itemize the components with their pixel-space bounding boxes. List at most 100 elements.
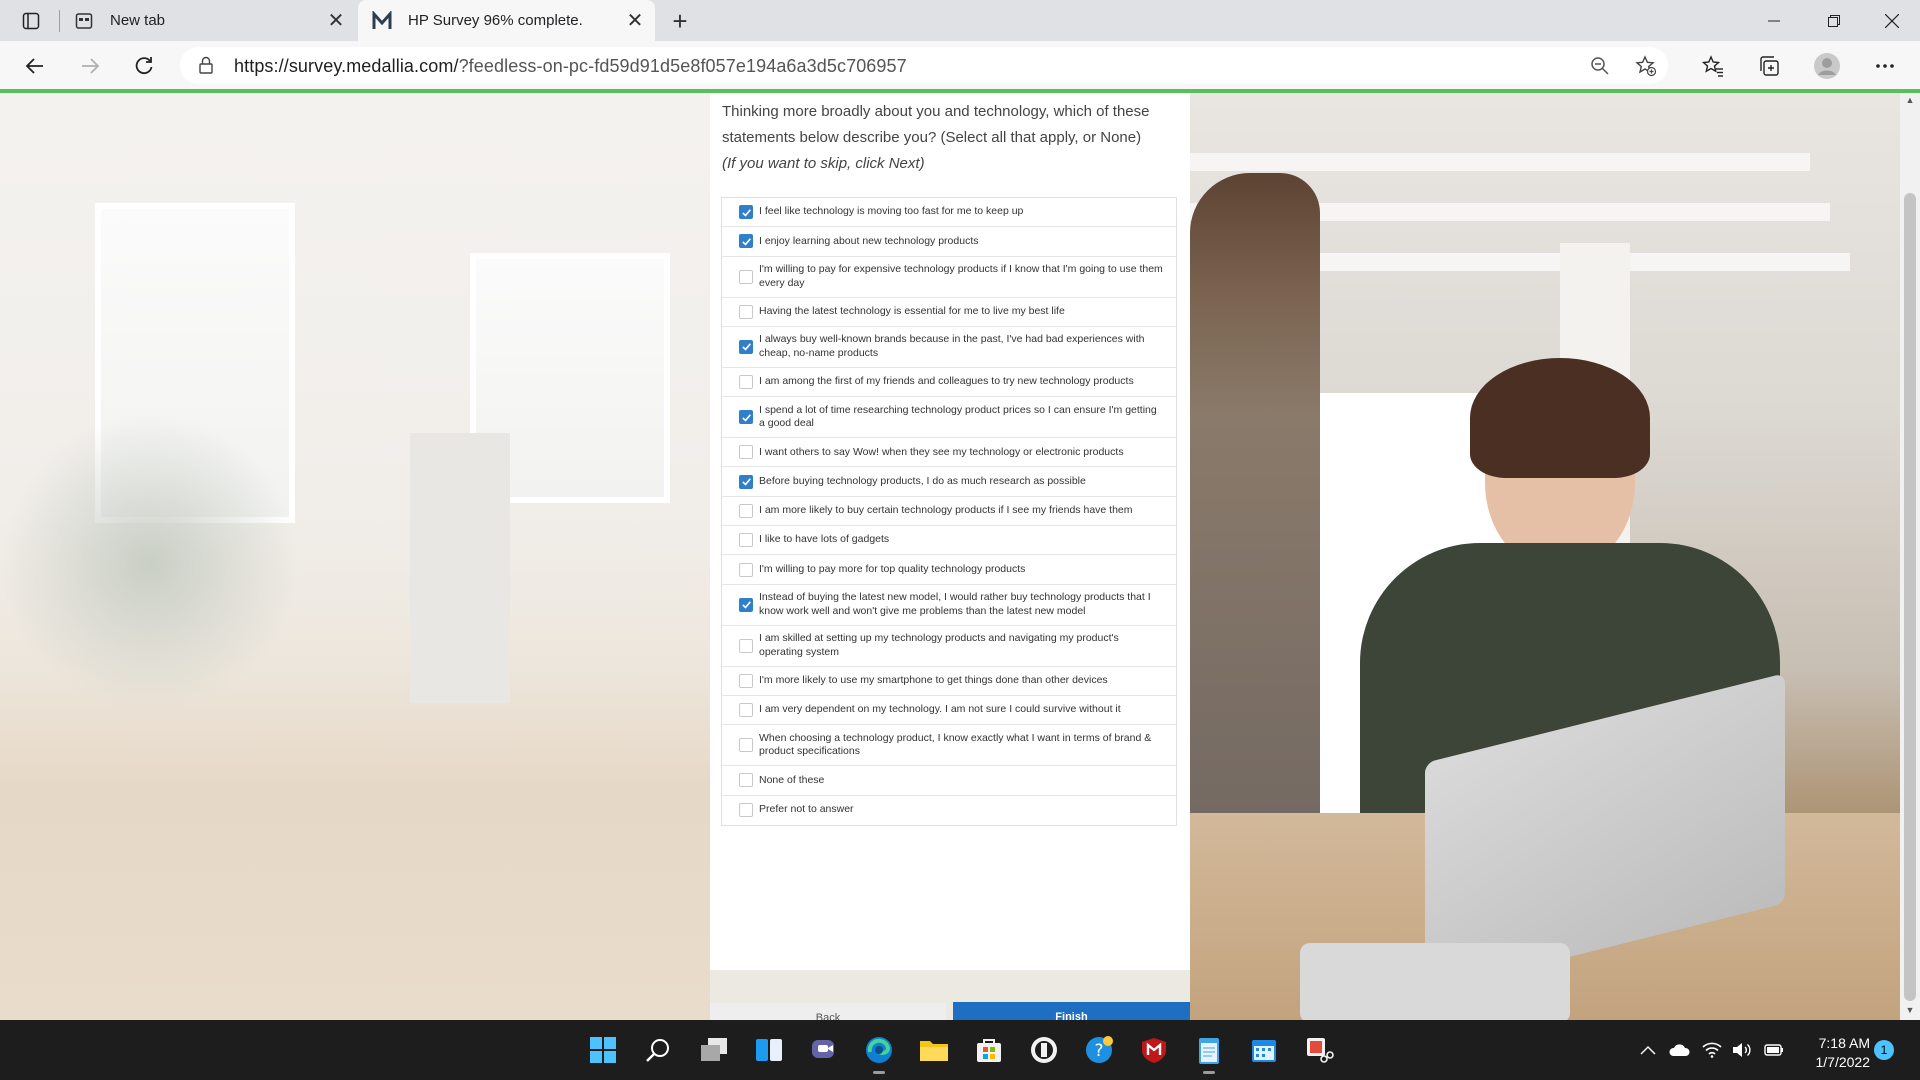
edge-icon[interactable]: [861, 1032, 897, 1074]
profile-avatar-icon[interactable]: [1810, 49, 1844, 83]
app-circle-icon[interactable]: [1026, 1032, 1062, 1068]
option-row[interactable]: I enjoy learning about new technology pr…: [722, 227, 1176, 257]
option-row[interactable]: When choosing a technology product, I kn…: [722, 725, 1176, 767]
close-tab-icon[interactable]: ✕: [322, 7, 350, 35]
option-row[interactable]: I like to have lots of gadgets: [722, 526, 1176, 556]
option-row[interactable]: I am more likely to buy certain technolo…: [722, 497, 1176, 527]
option-label[interactable]: Before buying technology products, I do …: [759, 475, 1164, 489]
option-label[interactable]: I enjoy learning about new technology pr…: [759, 235, 1164, 249]
checkbox-checked[interactable]: [739, 339, 753, 354]
option-row[interactable]: I feel like technology is moving too fas…: [722, 198, 1176, 228]
checkbox-unchecked[interactable]: [739, 304, 753, 319]
close-window-icon[interactable]: [1864, 0, 1920, 41]
search-icon[interactable]: [640, 1032, 676, 1068]
option-label[interactable]: I am very dependent on my technology. I …: [759, 703, 1164, 717]
page-scrollbar[interactable]: ▲ ▼: [1900, 93, 1920, 1020]
scrollbar-thumb[interactable]: [1904, 193, 1916, 1001]
checkbox-unchecked[interactable]: [739, 503, 753, 518]
back-arrow-icon[interactable]: [17, 48, 53, 84]
favorites-icon[interactable]: [1696, 49, 1730, 83]
calendar-icon[interactable]: [1246, 1032, 1282, 1068]
wifi-icon[interactable]: [1702, 1020, 1722, 1080]
option-label[interactable]: None of these: [759, 774, 1164, 788]
volume-icon[interactable]: [1732, 1020, 1752, 1080]
option-row[interactable]: Prefer not to answer: [722, 796, 1176, 825]
scroll-up-arrow-icon[interactable]: ▲: [1904, 95, 1916, 107]
option-row[interactable]: I am among the first of my friends and c…: [722, 368, 1176, 398]
option-row[interactable]: I'm willing to pay more for top quality …: [722, 555, 1176, 585]
add-favorite-star-icon[interactable]: [1632, 52, 1660, 80]
option-label[interactable]: When choosing a technology product, I kn…: [759, 732, 1164, 759]
checkbox-checked[interactable]: [739, 205, 753, 220]
option-row[interactable]: Having the latest technology is essentia…: [722, 298, 1176, 327]
option-label[interactable]: I like to have lots of gadgets: [759, 533, 1164, 547]
option-label[interactable]: I am more likely to buy certain technolo…: [759, 504, 1164, 518]
checkbox-unchecked[interactable]: [739, 375, 753, 390]
option-row[interactable]: I spend a lot of time researching techno…: [722, 397, 1176, 439]
option-label[interactable]: I am among the first of my friends and c…: [759, 375, 1164, 389]
checkbox-checked[interactable]: [739, 597, 753, 612]
task-view-icon[interactable]: [696, 1032, 732, 1068]
scroll-down-arrow-icon[interactable]: ▼: [1904, 1005, 1916, 1017]
widgets-icon[interactable]: [751, 1032, 787, 1068]
option-label[interactable]: Having the latest technology is essentia…: [759, 305, 1164, 319]
notepad-icon[interactable]: [1191, 1032, 1227, 1074]
url-text[interactable]: https://survey.medallia.com/?feedless-on…: [234, 56, 907, 77]
option-row[interactable]: I am very dependent on my technology. I …: [722, 696, 1176, 726]
option-label[interactable]: I'm willing to pay for expensive technol…: [759, 263, 1164, 290]
option-label[interactable]: I want others to say Wow! when they see …: [759, 446, 1164, 460]
checkbox-unchecked[interactable]: [739, 533, 753, 548]
option-label[interactable]: I'm willing to pay more for top quality …: [759, 563, 1164, 577]
option-row[interactable]: None of these: [722, 766, 1176, 796]
option-row[interactable]: I'm more likely to use my smartphone to …: [722, 667, 1176, 696]
option-label[interactable]: Instead of buying the latest new model, …: [759, 591, 1164, 618]
minimize-icon[interactable]: [1746, 0, 1802, 41]
checkbox-checked[interactable]: [739, 234, 753, 249]
checkbox-unchecked[interactable]: [739, 562, 753, 577]
snipping-tool-icon[interactable]: [1301, 1032, 1337, 1068]
restore-icon[interactable]: [1806, 0, 1862, 41]
checkbox-checked[interactable]: [739, 410, 753, 425]
option-row[interactable]: I am skilled at setting up my technology…: [722, 626, 1176, 667]
teams-chat-icon[interactable]: [806, 1032, 842, 1068]
option-label[interactable]: I spend a lot of time researching techno…: [759, 404, 1164, 431]
option-label[interactable]: I always buy well-known brands because i…: [759, 333, 1164, 360]
option-row[interactable]: Instead of buying the latest new model, …: [722, 585, 1176, 626]
option-label[interactable]: I'm more likely to use my smartphone to …: [759, 674, 1164, 688]
address-bar[interactable]: https://survey.medallia.com/?feedless-on…: [180, 47, 1668, 84]
file-explorer-icon[interactable]: [916, 1032, 952, 1068]
checkbox-unchecked[interactable]: [739, 773, 753, 788]
finish-button[interactable]: Finish: [953, 1002, 1190, 1020]
collections-icon[interactable]: [1752, 49, 1786, 83]
notification-badge[interactable]: 1: [1874, 1040, 1894, 1060]
checkbox-checked[interactable]: [739, 474, 753, 489]
checkbox-unchecked[interactable]: [739, 269, 753, 284]
mcafee-icon[interactable]: [1136, 1032, 1172, 1068]
checkbox-unchecked[interactable]: [739, 445, 753, 460]
option-row[interactable]: I'm willing to pay for expensive technol…: [722, 257, 1176, 298]
checkbox-unchecked[interactable]: [739, 738, 753, 753]
option-label[interactable]: I am skilled at setting up my technology…: [759, 632, 1164, 659]
back-button[interactable]: Back: [710, 1003, 946, 1020]
checkbox-unchecked[interactable]: [739, 638, 753, 653]
new-tab-plus-icon[interactable]: +: [665, 6, 695, 36]
help-icon[interactable]: ?: [1081, 1032, 1117, 1068]
zoom-magnifier-icon[interactable]: [1586, 52, 1614, 80]
start-icon[interactable]: [585, 1032, 621, 1068]
onedrive-cloud-icon[interactable]: [1668, 1020, 1690, 1080]
refresh-icon[interactable]: [126, 48, 162, 84]
show-hidden-icons-icon[interactable]: [1640, 1020, 1656, 1080]
checkbox-unchecked[interactable]: [739, 703, 753, 718]
forward-arrow-icon[interactable]: [72, 48, 108, 84]
option-row[interactable]: I want others to say Wow! when they see …: [722, 438, 1176, 468]
tab-hp-survey[interactable]: HP Survey 96% complete. ✕: [358, 0, 655, 41]
microsoft-store-icon[interactable]: [971, 1032, 1007, 1068]
option-label[interactable]: Prefer not to answer: [759, 803, 1164, 817]
system-clock[interactable]: 7:18 AM 1/7/2022: [1800, 1034, 1871, 1072]
checkbox-unchecked[interactable]: [739, 803, 753, 818]
option-row[interactable]: Before buying technology products, I do …: [722, 467, 1176, 497]
tab-new-tab[interactable]: New tab ✕: [60, 0, 356, 41]
close-tab-icon[interactable]: ✕: [621, 7, 649, 35]
battery-icon[interactable]: [1762, 1020, 1784, 1080]
tab-actions-menu-icon[interactable]: [12, 8, 50, 34]
